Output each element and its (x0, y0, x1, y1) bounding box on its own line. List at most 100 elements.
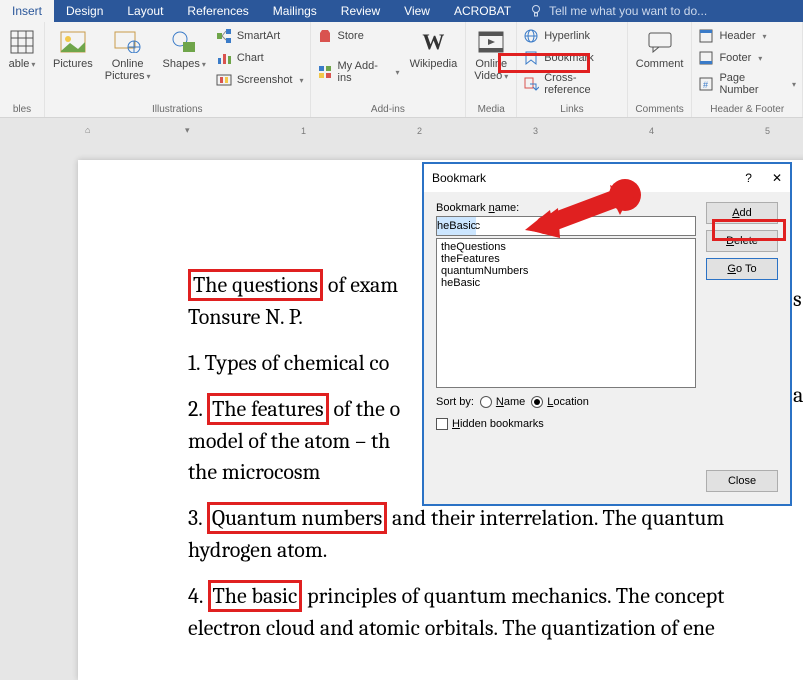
chart-icon (216, 50, 232, 66)
group-illustrations: Pictures Online Pictures Shapes SmartArt… (45, 22, 311, 117)
highlight-features: The features (207, 393, 329, 425)
list-item[interactable]: quantumNumbers (441, 265, 691, 277)
video-icon (477, 28, 505, 56)
cross-reference-label: Cross-reference (544, 72, 621, 96)
store-label: Store (338, 30, 364, 42)
online-pictures-button[interactable]: Online Pictures (103, 26, 153, 84)
wikipedia-button[interactable]: W Wikipedia (408, 26, 460, 72)
sort-name-radio[interactable]: Name (480, 396, 525, 408)
goto-button[interactable]: Go To (706, 258, 778, 280)
header-label: Header (719, 30, 755, 42)
tab-review[interactable]: Review (329, 0, 392, 22)
group-addins-label: Add-ins (317, 102, 460, 115)
group-comments-label: Comments (634, 102, 686, 115)
dialog-titlebar[interactable]: Bookmark ? ✕ (424, 164, 790, 192)
bookmark-icon (523, 50, 539, 66)
bookmark-button[interactable]: Bookmark (523, 48, 621, 68)
online-video-button[interactable]: Online Video (472, 26, 510, 84)
bookmark-name-input[interactable] (436, 216, 696, 236)
sort-by-label: Sort by: (436, 396, 474, 408)
footer-label: Footer (719, 52, 751, 64)
lightbulb-icon (529, 4, 543, 18)
list-item[interactable]: heBasic (441, 277, 691, 289)
bookmark-listbox[interactable]: theQuestions theFeatures quantumNumbers … (436, 238, 696, 388)
dialog-title: Bookmark (432, 171, 486, 185)
tab-acrobat[interactable]: ACROBAT (442, 0, 523, 22)
radio-icon (531, 396, 543, 408)
highlight-questions: The questions (188, 269, 323, 301)
tab-design[interactable]: Design (54, 0, 115, 22)
my-addins-label: My Add-ins (338, 60, 389, 84)
shapes-label: Shapes (163, 58, 206, 70)
svg-text:#: # (703, 80, 708, 90)
group-hf-label: Header & Footer (698, 102, 796, 115)
cross-reference-button[interactable]: Cross-reference (523, 70, 621, 98)
svg-text:+: + (653, 31, 660, 35)
hyperlink-label: Hyperlink (544, 30, 590, 42)
picture-icon (59, 28, 87, 56)
comment-button[interactable]: + Comment (634, 26, 686, 72)
dialog-close-button[interactable]: ✕ (772, 171, 782, 185)
shapes-button[interactable]: Shapes (161, 26, 208, 72)
smartart-label: SmartArt (237, 30, 280, 42)
smartart-icon (216, 28, 232, 44)
tab-references[interactable]: References (175, 0, 260, 22)
bookmark-dialog: Bookmark ? ✕ Bookmark name: heBasic theQ… (423, 163, 791, 505)
footer-button[interactable]: Footer (698, 48, 796, 68)
ribbon-tab-bar: Insert Design Layout References Mailings… (0, 0, 803, 22)
pictures-button[interactable]: Pictures (51, 26, 95, 72)
hyperlink-icon (523, 28, 539, 44)
tell-me[interactable]: Tell me what you want to do... (523, 4, 707, 18)
table-label: able (9, 58, 36, 70)
group-header-footer: Header Footer # Page Number Header & Foot… (692, 22, 803, 117)
sort-location-radio[interactable]: Location (531, 396, 589, 408)
my-addins-button[interactable]: My Add-ins (317, 58, 400, 86)
wikipedia-icon: W (419, 28, 447, 56)
group-links-label: Links (523, 102, 621, 115)
online-pictures-icon (114, 28, 142, 56)
tab-insert[interactable]: Insert (0, 0, 54, 22)
online-pictures-label: Online Pictures (105, 58, 151, 82)
list-item[interactable]: theQuestions (441, 241, 691, 253)
addins-icon (317, 64, 333, 80)
radio-icon (480, 396, 492, 408)
clipped-text-a: a (793, 382, 803, 408)
clipped-text-s: s (793, 286, 802, 312)
screenshot-label: Screenshot (237, 74, 293, 86)
page-number-label: Page Number (719, 72, 785, 96)
pictures-label: Pictures (53, 58, 93, 70)
list-item[interactable]: theFeatures (441, 253, 691, 265)
tab-view[interactable]: View (392, 0, 442, 22)
header-button[interactable]: Header (698, 26, 796, 46)
tab-layout[interactable]: Layout (115, 0, 175, 22)
add-button[interactable]: Add (706, 202, 778, 224)
group-links: Hyperlink Bookmark Cross-reference Links (517, 22, 628, 117)
hidden-bookmarks-label: Hidden bookmarks (452, 418, 544, 430)
wikipedia-label: Wikipedia (410, 58, 458, 70)
smartart-button[interactable]: SmartArt (216, 26, 304, 46)
shapes-icon (170, 28, 198, 56)
tell-me-text: Tell me what you want to do... (549, 4, 707, 18)
group-comments: + Comment Comments (628, 22, 693, 117)
group-tables-label: bles (6, 102, 38, 115)
close-button[interactable]: Close (706, 470, 778, 492)
ruler: ⌂ ▾ 1 2 3 4 5 (20, 122, 803, 142)
store-button[interactable]: Store (317, 26, 400, 46)
header-icon (698, 28, 714, 44)
page-number-button[interactable]: # Page Number (698, 70, 796, 98)
online-video-label: Online Video (474, 58, 508, 82)
group-media-label: Media (472, 102, 510, 115)
screenshot-button[interactable]: Screenshot (216, 70, 304, 90)
tab-mailings[interactable]: Mailings (261, 0, 329, 22)
footer-icon (698, 50, 714, 66)
chart-label: Chart (237, 52, 264, 64)
delete-button[interactable]: Delete (706, 230, 778, 252)
table-icon (8, 28, 36, 56)
group-addins: Store My Add-ins W Wikipedia Add-ins (311, 22, 467, 117)
dialog-help-button[interactable]: ? (745, 171, 752, 185)
hyperlink-button[interactable]: Hyperlink (523, 26, 621, 46)
chart-button[interactable]: Chart (216, 48, 304, 68)
comment-icon: + (646, 28, 674, 56)
table-button[interactable]: able (6, 26, 38, 72)
checkbox-icon[interactable] (436, 418, 448, 430)
